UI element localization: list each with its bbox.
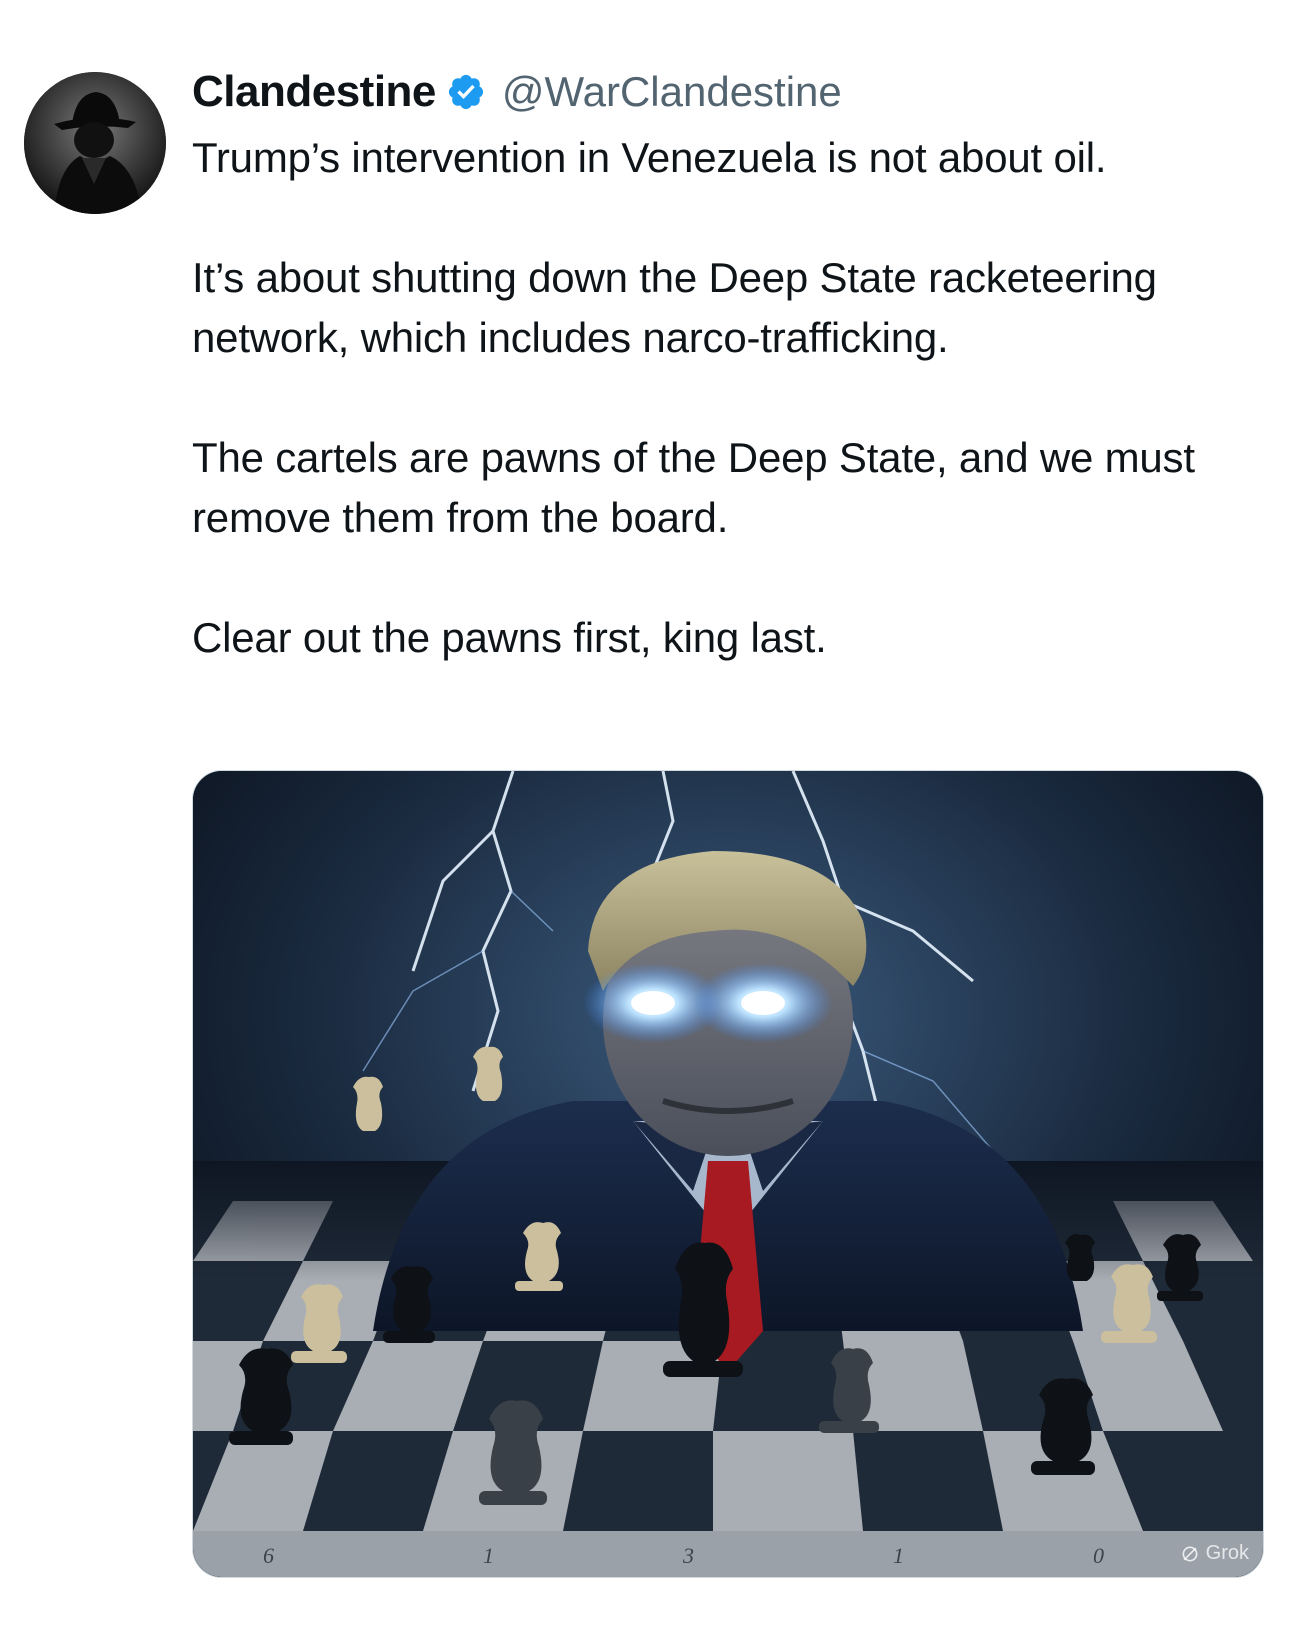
tweet-paragraph: Trump’s intervention in Venezuela is not… — [192, 134, 1107, 181]
chessboard-lightning-illustration: 6 1 3 1 0 — [193, 771, 1263, 1577]
tweet-text: Trump’s intervention in Venezuela is not… — [192, 128, 1272, 668]
board-number: 1 — [893, 1543, 904, 1568]
grok-watermark: Grok — [1180, 1542, 1249, 1565]
board-number: 6 — [263, 1543, 274, 1568]
grok-icon — [1182, 1546, 1198, 1561]
tweet-header: Clandestine @WarClandestine — [192, 60, 842, 124]
display-name[interactable]: Clandestine — [192, 67, 436, 117]
spy-silhouette-avatar-icon — [24, 72, 166, 214]
handle[interactable]: @WarClandestine — [502, 68, 842, 116]
tweet-paragraph: It’s about shutting down the Deep State … — [192, 254, 1157, 361]
board-number: 0 — [1093, 1543, 1104, 1568]
tweet: Clandestine @WarClandestine Trump’s inte… — [0, 0, 1289, 1644]
watermark-label: Grok — [1205, 1542, 1249, 1564]
tweet-paragraph: Clear out the pawns first, king last. — [192, 614, 827, 661]
tweet-media-image[interactable]: 6 1 3 1 0 Grok — [192, 770, 1264, 1578]
board-number: 3 — [682, 1543, 694, 1568]
avatar[interactable] — [24, 72, 166, 214]
verified-badge-icon — [448, 74, 483, 110]
board-number: 1 — [483, 1543, 494, 1568]
tweet-paragraph: The cartels are pawns of the Deep State,… — [192, 434, 1195, 541]
